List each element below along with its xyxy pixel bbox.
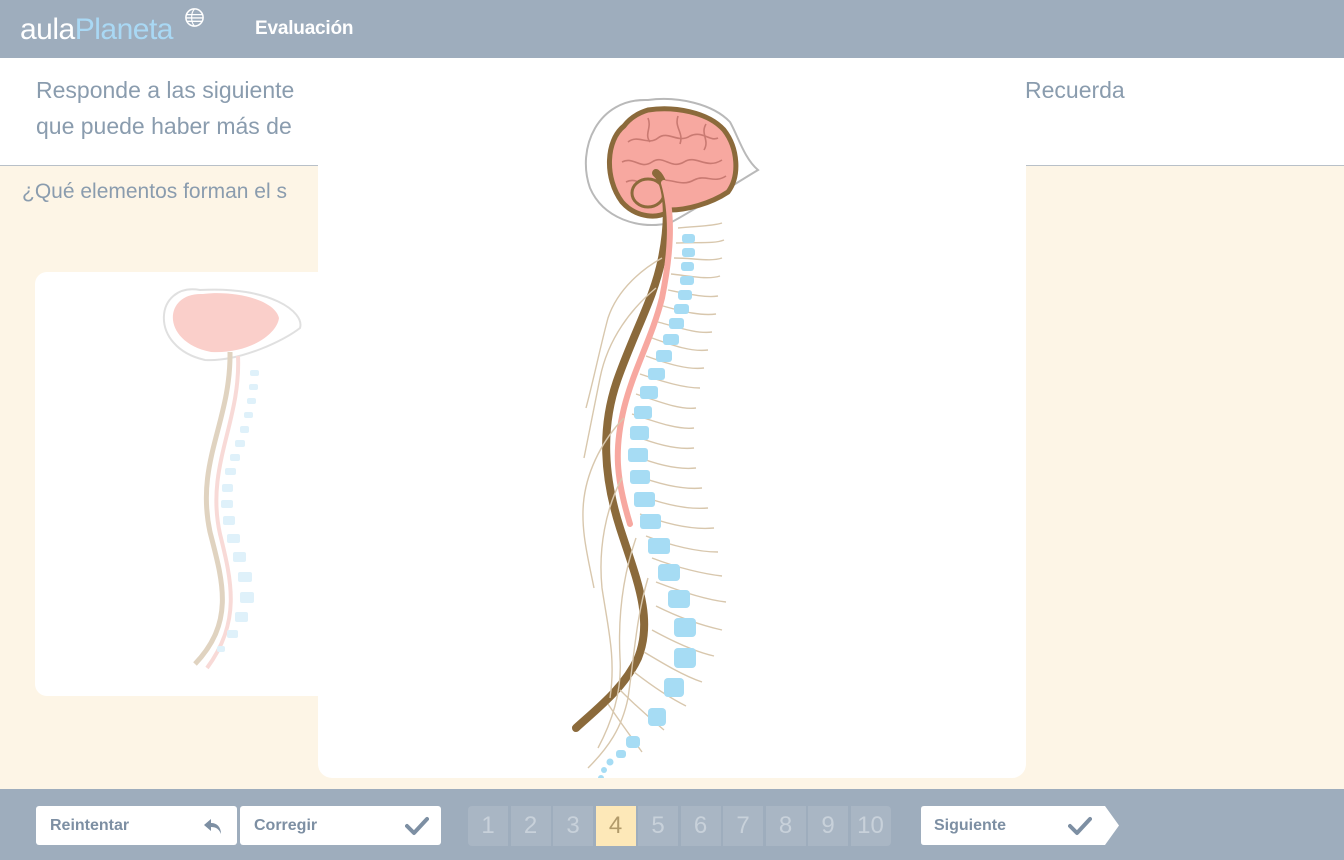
logo-text-aula: aula xyxy=(20,13,75,46)
checkmark-icon xyxy=(1068,817,1092,835)
page-6-button[interactable]: 6 xyxy=(680,806,721,846)
nervous-system-illustration xyxy=(572,98,760,781)
page-5-button[interactable]: 5 xyxy=(638,806,678,846)
instructions-line1-start: Responde a las siguiente xyxy=(36,77,295,103)
footer-bar: Reintentar Corregir 1 2 3 4 5 6 7 8 9 10… xyxy=(0,789,1344,860)
page-2-button[interactable]: 2 xyxy=(510,806,551,846)
logo-text-planeta: Planeta xyxy=(74,13,174,46)
check-button-label: Corregir xyxy=(254,817,318,834)
page-10-button[interactable]: 10 xyxy=(850,806,891,846)
page-8-button[interactable]: 8 xyxy=(765,806,806,846)
check-button[interactable]: Corregir xyxy=(240,806,441,845)
globe-icon xyxy=(185,8,204,27)
page-9-button[interactable]: 9 xyxy=(808,806,848,846)
undo-arrow-icon xyxy=(204,819,221,834)
instructions-line2-start: que puede haber más de xyxy=(36,113,292,139)
question-pager: 1 2 3 4 5 6 7 8 9 10 xyxy=(468,806,891,846)
next-button-label: Siguiente xyxy=(934,817,1007,834)
page-4-button[interactable]: 4 xyxy=(595,806,636,846)
app-header: aulaPlaneta Evaluación xyxy=(0,0,1344,58)
page-1-button[interactable]: 1 xyxy=(468,806,508,846)
retry-button[interactable]: Reintentar xyxy=(36,806,237,845)
section-title: Evaluación xyxy=(255,18,354,39)
spinal-cord xyxy=(572,169,671,732)
aulaplaneta-logo: aulaPlaneta xyxy=(20,10,173,50)
next-button[interactable]: Siguiente xyxy=(921,806,1119,845)
page-3-button[interactable]: 3 xyxy=(553,806,593,846)
question-image-thumbnail[interactable] xyxy=(35,272,355,696)
question-text: ¿Qué elementos forman el s xyxy=(22,180,287,203)
page-7-button[interactable]: 7 xyxy=(723,806,763,846)
spine-thumbnail-illustration xyxy=(162,288,302,670)
image-zoom-overlay[interactable] xyxy=(318,58,1026,781)
retry-button-label: Reintentar xyxy=(50,817,130,834)
instructions-line1-end: Recuerda xyxy=(1025,77,1125,103)
checkmark-icon xyxy=(405,817,429,835)
